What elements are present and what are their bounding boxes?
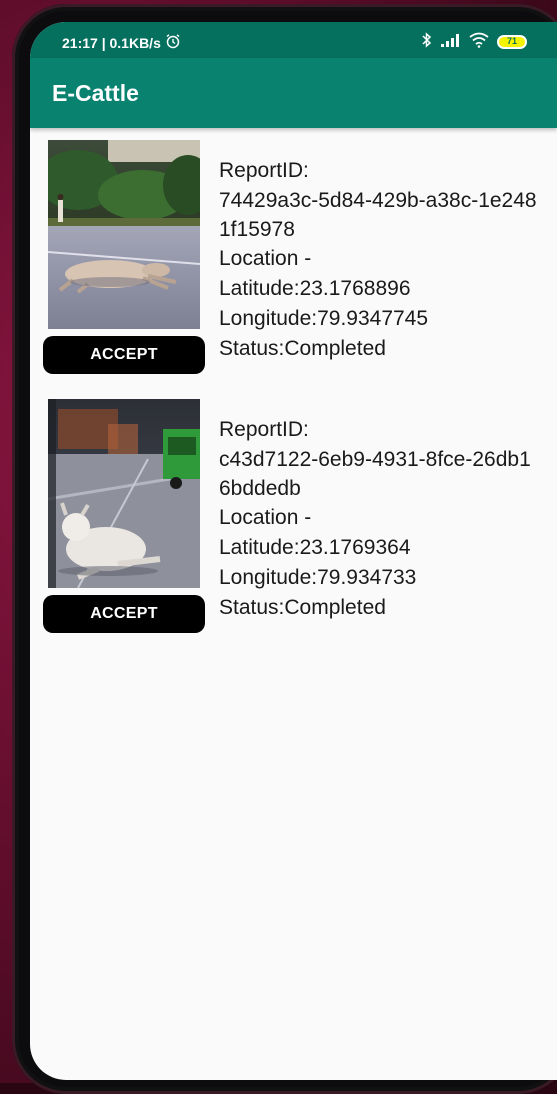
accept-button[interactable]: ACCEPT [43,595,205,633]
report-id-value: 74429a3c-5d84-429b-a38c-1e2481f15978 [219,189,537,241]
report-item: ACCEPT ReportID: c43d7122-6eb9-4931-8fce… [30,387,557,637]
report-details: ReportID: 74429a3c-5d84-429b-a38c-1e2481… [219,156,539,364]
cattle-photo [48,399,200,588]
latitude-text: Latitude:23.1768896 [219,277,411,300]
battery-icon: 71 [497,34,527,49]
longitude-text: Longitude:79.9347745 [219,307,429,330]
report-id-label: ReportID: [219,159,309,182]
wifi-icon [469,32,489,51]
signal-icon [441,33,461,50]
status-bar: 21:17 | 0.1KB/s 71 [30,22,557,58]
phone-screen: 21:17 | 0.1KB/s 71 E-Cattle ACCEPT Repor… [30,22,557,1080]
location-label: Location - [219,247,312,270]
status-text: Status:Completed [219,596,386,619]
report-id-value: c43d7122-6eb9-4931-8fce-26db16bddedb [219,448,531,500]
latitude-text: Latitude:23.1769364 [219,536,411,559]
bluetooth-icon [421,32,433,51]
report-details: ReportID: c43d7122-6eb9-4931-8fce-26db16… [219,415,539,623]
location-label: Location - [219,506,312,529]
report-item: ACCEPT ReportID: 74429a3c-5d84-429b-a38c… [30,128,557,378]
app-bar: E-Cattle [30,58,557,128]
battery-level: 71 [506,36,517,46]
app-title: E-Cattle [52,80,139,106]
alarm-clock-icon [165,33,181,52]
status-right: 71 [421,32,527,51]
status-left: 21:17 | 0.1KB/s [62,33,181,52]
report-id-label: ReportID: [219,418,309,441]
status-text: Status:Completed [219,337,386,360]
longitude-text: Longitude:79.934733 [219,566,417,589]
status-time-speed: 21:17 | 0.1KB/s [62,34,161,51]
accept-button[interactable]: ACCEPT [43,336,205,374]
cattle-photo [48,140,200,329]
